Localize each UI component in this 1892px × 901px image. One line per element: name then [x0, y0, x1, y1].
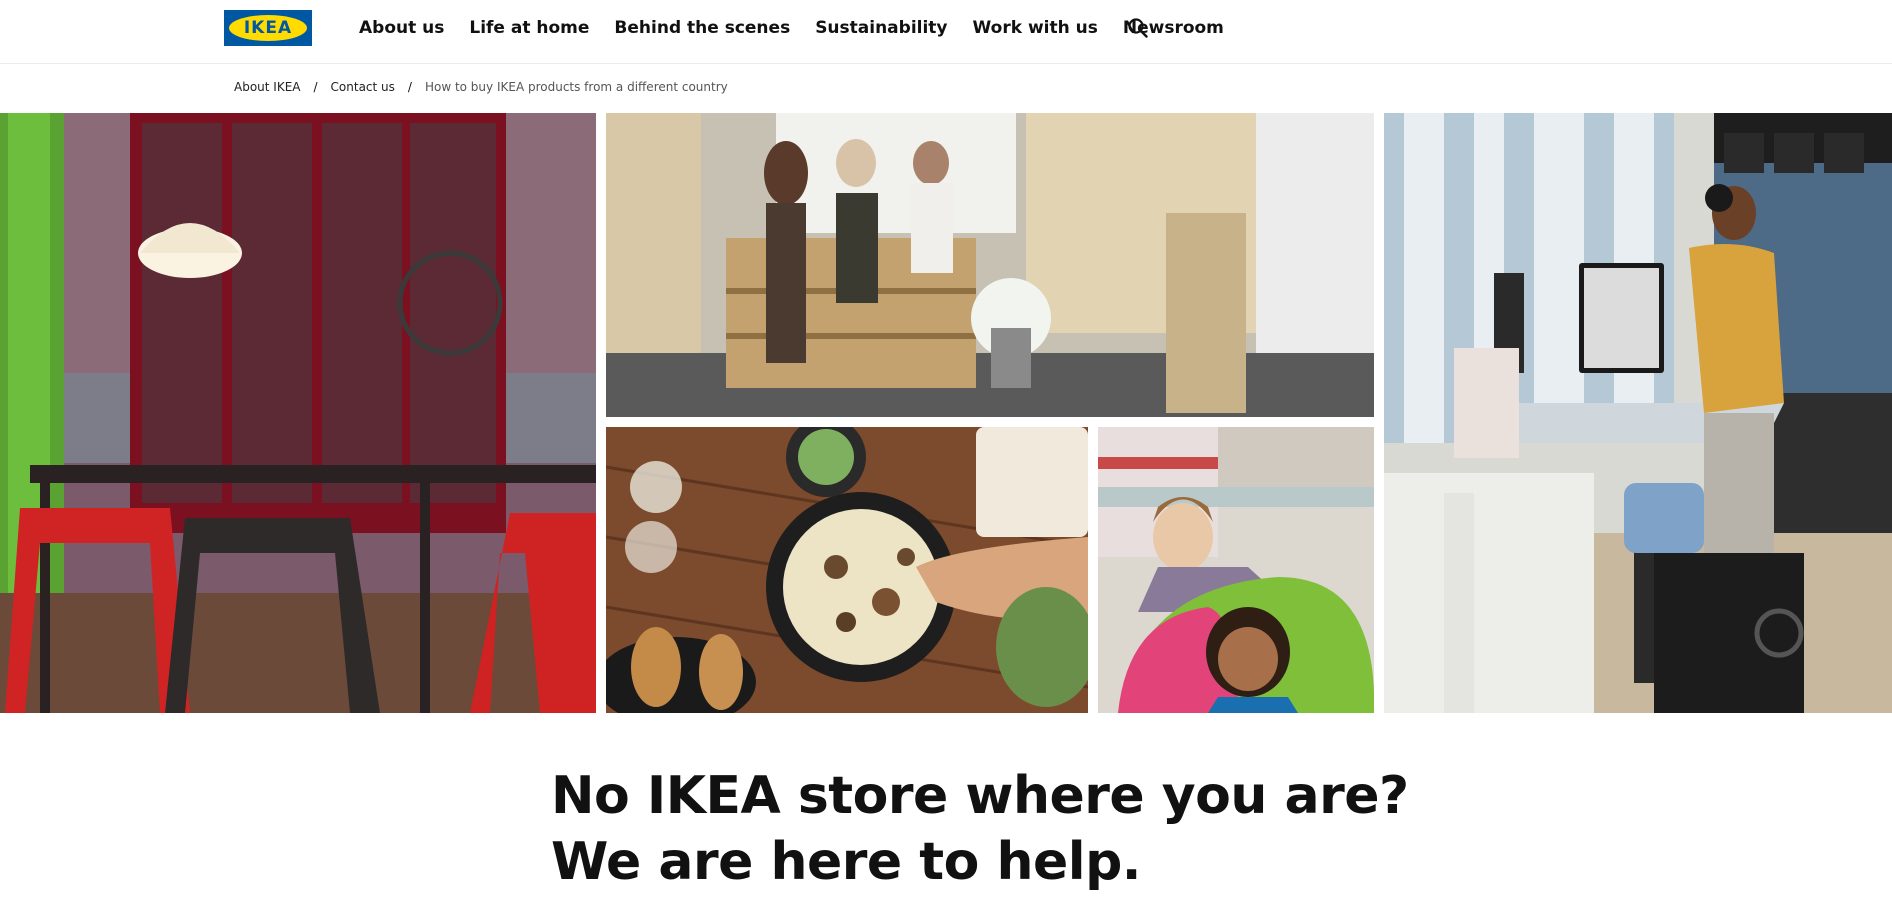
grocery-shop-photo: [606, 113, 1374, 417]
nav-life-at-home[interactable]: Life at home: [469, 16, 589, 40]
page-headline: No IKEA store where you are? We are here…: [551, 763, 1451, 895]
standing-desk-office-photo: [1384, 113, 1892, 713]
headline-line-2: We are here to help.: [551, 832, 1142, 892]
logo-text: IKEA: [243, 18, 293, 38]
ikea-logo[interactable]: IKEA: [224, 10, 312, 46]
breadcrumb-separator: /: [313, 80, 318, 94]
breadcrumb-current: How to buy IKEA products from a differen…: [424, 80, 728, 94]
breadcrumb-contact-us[interactable]: Contact us: [331, 80, 395, 94]
mushroom-dish-photo: [606, 427, 1088, 713]
breadcrumb: About IKEA / Contact us / How to buy IKE…: [234, 80, 728, 94]
breadcrumb-separator: /: [407, 80, 412, 94]
nav-sustainability[interactable]: Sustainability: [815, 16, 947, 40]
nav-work-with-us[interactable]: Work with us: [973, 16, 1098, 40]
main-nav: About us Life at home Behind the scenes …: [359, 16, 1224, 40]
site-header: IKEA About us Life at home Behind the sc…: [0, 0, 1892, 64]
breadcrumb-about-ikea[interactable]: About IKEA: [234, 80, 301, 94]
nav-behind-the-scenes[interactable]: Behind the scenes: [614, 16, 790, 40]
search-icon[interactable]: [1126, 16, 1150, 40]
dining-room-photo: [0, 113, 596, 713]
child-in-play-tunnel-photo: [1098, 427, 1374, 713]
headline-line-1: No IKEA store where you are?: [551, 766, 1409, 826]
nav-about-us[interactable]: About us: [359, 16, 444, 40]
